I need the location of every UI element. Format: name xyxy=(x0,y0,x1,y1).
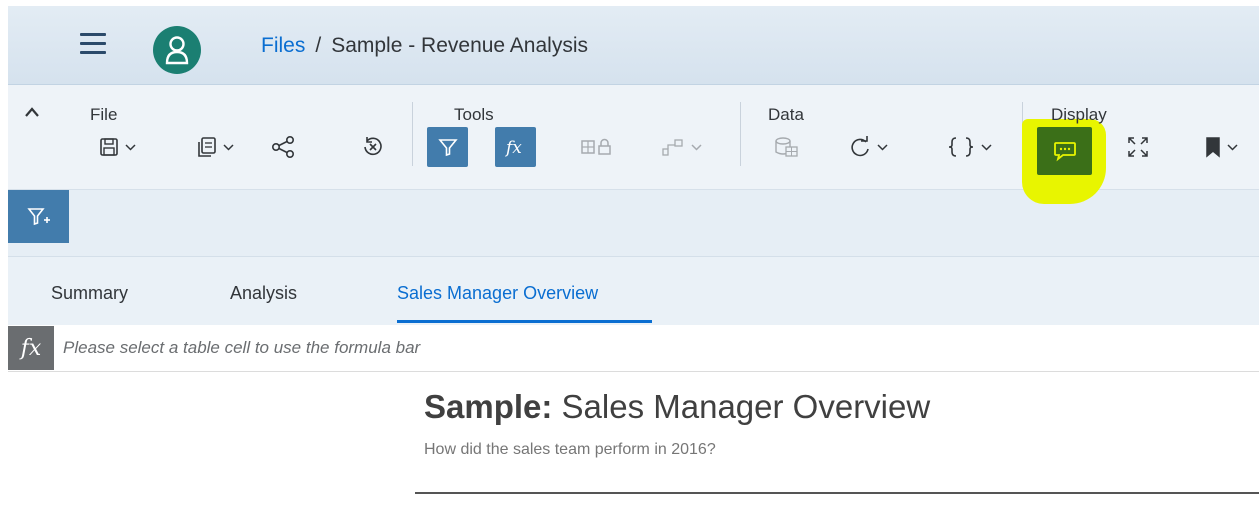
formula-icon-label: fx xyxy=(20,335,42,361)
user-icon xyxy=(165,36,189,65)
fullscreen-button[interactable] xyxy=(1118,127,1158,167)
save-icon xyxy=(99,138,118,156)
breadcrumb-current: Sample - Revenue Analysis xyxy=(331,34,588,57)
database-button[interactable] xyxy=(763,127,809,167)
formula-icon: fx xyxy=(8,326,54,370)
file-group-label: File xyxy=(90,105,118,124)
hamburger-icon[interactable] xyxy=(80,33,106,55)
page-subtitle: How did the sales team perform in 2016? xyxy=(424,441,716,458)
comment-button[interactable] xyxy=(1037,127,1092,175)
copy-button[interactable] xyxy=(186,127,244,167)
formula-button[interactable]: fx xyxy=(495,127,536,167)
copy-icon xyxy=(197,137,216,157)
share-icon xyxy=(271,136,294,158)
data-access-icon xyxy=(581,138,611,155)
add-filter-icon xyxy=(26,207,50,225)
chevron-up-icon[interactable] xyxy=(24,105,40,119)
toolbar-separator xyxy=(412,102,413,166)
window-left-edge xyxy=(0,0,8,509)
bookmark-icon xyxy=(1205,137,1220,158)
chevron-down-icon xyxy=(690,144,702,151)
chevron-down-icon xyxy=(1226,144,1238,151)
chart-icon xyxy=(661,139,683,156)
refresh-icon xyxy=(850,136,869,157)
comment-icon xyxy=(1053,142,1076,162)
tab-analysis[interactable]: Analysis xyxy=(230,283,297,304)
chevron-down-icon xyxy=(980,144,992,151)
formula-input[interactable]: Please select a table cell to use the fo… xyxy=(63,338,420,358)
breadcrumb: Files / Sample - Revenue Analysis xyxy=(261,34,588,58)
add-filter-button[interactable] xyxy=(8,190,69,243)
data-group-label: Data xyxy=(768,105,804,124)
title-divider xyxy=(415,492,1259,494)
title-prefix: Sample: xyxy=(424,388,553,425)
script-braces-icon xyxy=(948,137,973,157)
display-group-label: Display xyxy=(1051,105,1107,124)
refresh-button[interactable] xyxy=(837,127,899,167)
revert-icon xyxy=(364,137,382,156)
tab-summary[interactable]: Summary xyxy=(51,283,128,304)
filter-icon xyxy=(437,139,458,157)
fullscreen-icon xyxy=(1128,137,1148,157)
filter-button[interactable] xyxy=(427,127,468,167)
page-tabs: Summary Analysis Sales Manager Overview xyxy=(8,257,1259,325)
user-avatar[interactable] xyxy=(153,26,201,74)
script-button[interactable] xyxy=(936,127,1002,167)
breadcrumb-files-link[interactable]: Files xyxy=(261,34,305,57)
bookmark-button[interactable] xyxy=(1193,127,1249,167)
tab-sales-manager-overview[interactable]: Sales Manager Overview xyxy=(397,283,598,304)
revert-button[interactable] xyxy=(353,127,393,167)
title-text: Sales Manager Overview xyxy=(561,388,931,425)
chevron-down-icon xyxy=(876,144,888,151)
chart-button[interactable] xyxy=(650,127,712,167)
toolbar-separator xyxy=(740,102,741,166)
share-button[interactable] xyxy=(263,127,303,167)
tools-group-label: Tools xyxy=(454,105,494,124)
page-title: Sample: Sales Manager Overview xyxy=(424,388,930,426)
chevron-down-icon xyxy=(124,144,136,151)
tab-selected-indicator xyxy=(397,320,652,323)
chevron-down-icon xyxy=(222,144,234,151)
save-button[interactable] xyxy=(88,127,146,167)
shell-header: Files / Sample - Revenue Analysis xyxy=(8,6,1259,85)
formula-icon: fx xyxy=(504,138,522,157)
database-icon xyxy=(775,137,798,157)
svg-text:fx: fx xyxy=(504,138,522,157)
data-access-button[interactable] xyxy=(574,127,620,167)
breadcrumb-separator: / xyxy=(315,34,322,57)
